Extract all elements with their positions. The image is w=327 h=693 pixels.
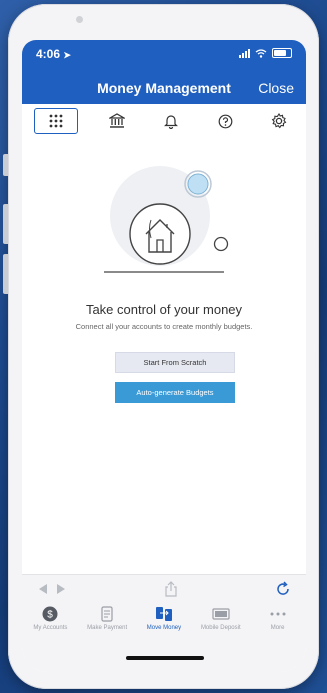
nav-my-accounts[interactable]: $ My Accounts — [22, 602, 78, 631]
phone-frame: 4:06 ➤ Money Management Close Take contr… — [3, 4, 319, 689]
nav-mobile-deposit[interactable]: Mobile Deposit — [193, 602, 249, 631]
nav-label: Make Payment — [87, 625, 128, 631]
bank-icon — [109, 113, 125, 128]
gear-icon — [271, 113, 287, 129]
home-indicator[interactable] — [126, 656, 204, 660]
volume-down-button — [3, 254, 8, 294]
bottom-nav: $ My Accounts Make Payment Move Money Mo… — [22, 602, 306, 644]
signal-icon — [239, 48, 250, 58]
check-icon — [212, 608, 230, 620]
grid-icon — [49, 114, 63, 128]
nav-label: My Accounts — [33, 625, 68, 631]
app-header: 4:06 ➤ Money Management Close — [22, 40, 306, 138]
tab-notifications[interactable] — [156, 109, 186, 133]
transfer-icon — [155, 607, 172, 621]
nav-more[interactable]: More — [250, 602, 306, 631]
tab-grid[interactable] — [34, 108, 78, 134]
nav-make-payment[interactable]: Make Payment — [79, 602, 135, 631]
tab-bank[interactable] — [102, 109, 132, 133]
location-arrow-icon: ➤ — [63, 50, 71, 60]
status-icons — [239, 48, 292, 58]
nav-label: More — [270, 625, 285, 631]
refresh-icon[interactable] — [276, 581, 290, 596]
start-from-scratch-button[interactable]: Start From Scratch — [115, 352, 235, 373]
status-time: 4:06 ➤ — [36, 47, 71, 61]
battery-icon — [272, 48, 292, 58]
volume-up-button — [3, 204, 8, 244]
icon-tab-bar — [22, 104, 306, 138]
tab-settings[interactable] — [264, 109, 294, 133]
dollar-icon: $ — [42, 606, 58, 622]
payment-icon — [101, 606, 113, 622]
status-time-text: 4:06 — [36, 47, 61, 61]
bell-icon — [164, 115, 178, 129]
empty-state-heading: Take control of your money — [85, 302, 243, 317]
nav-label: Mobile Deposit — [200, 625, 241, 631]
share-icon[interactable] — [164, 580, 178, 597]
empty-state-subheading: Connect all your accounts to create mont… — [75, 322, 253, 331]
forward-arrow-icon[interactable] — [56, 583, 66, 595]
nav-label: Move Money — [146, 625, 182, 631]
nav-move-money[interactable]: Move Money — [136, 602, 192, 631]
wifi-icon — [255, 48, 267, 58]
camera-dot — [76, 16, 83, 23]
help-icon — [218, 114, 232, 128]
svg-text:$: $ — [48, 610, 54, 621]
side-button — [3, 154, 8, 176]
auto-generate-budgets-button[interactable]: Auto-generate Budgets — [115, 382, 235, 403]
screen: 4:06 ➤ Money Management Close Take contr… — [22, 40, 306, 672]
tab-help[interactable] — [210, 109, 240, 133]
more-icon — [270, 612, 286, 616]
back-arrow-icon[interactable] — [38, 583, 48, 595]
close-button[interactable]: Close — [258, 80, 294, 96]
browser-toolbar — [22, 574, 306, 602]
house-illustration — [104, 166, 229, 273]
